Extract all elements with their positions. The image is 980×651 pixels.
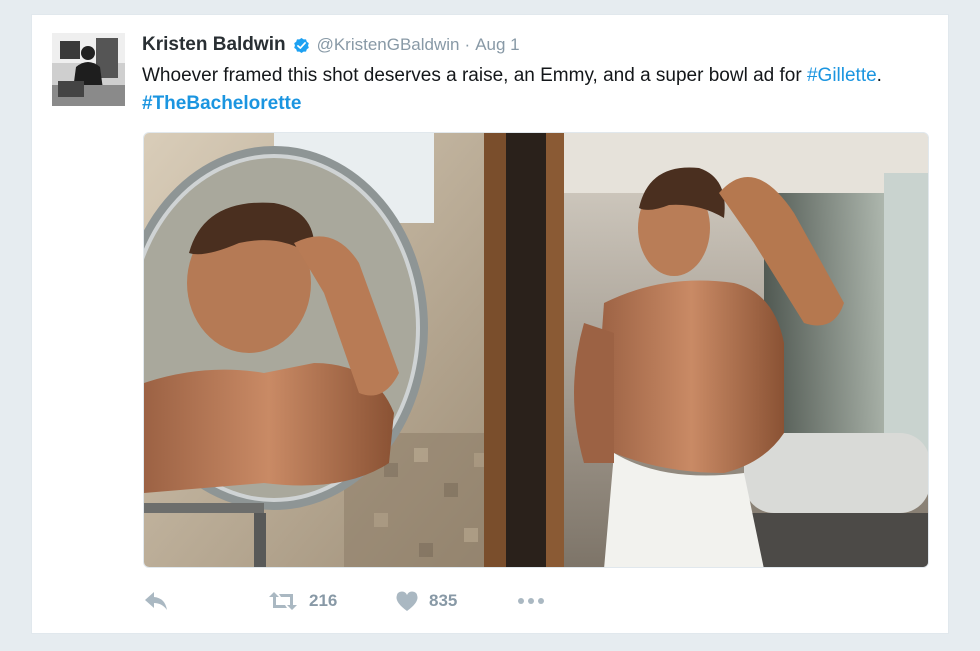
header-separator: · [464,35,471,54]
tweet-date[interactable]: Aug 1 [475,35,519,55]
more-options-button[interactable] [516,588,548,614]
like-count: 835 [429,591,458,610]
retweet-count: 216 [309,591,338,610]
hashtag-gillette[interactable]: #Gillette [807,65,877,86]
avatar-image [52,33,125,106]
verified-badge-icon [292,36,311,55]
tweet-actions: 216 835 [143,588,643,614]
author-handle[interactable]: @KristenGBaldwin [317,35,460,55]
reply-button[interactable] [143,588,169,614]
reply-icon [143,590,169,612]
tweet-header: Kristen Baldwin @KristenGBaldwin · Aug 1 [142,33,520,57]
like-button[interactable]: 835 [395,588,457,614]
tweet-card[interactable]: Kristen Baldwin @KristenGBaldwin · Aug 1… [31,14,949,634]
more-icon [516,597,548,605]
retweet-button[interactable]: 216 [267,588,337,614]
heart-icon [395,590,419,612]
tweet-media-image[interactable] [143,132,929,568]
author-name[interactable]: Kristen Baldwin [142,34,286,56]
tweet-text-separator: . [876,65,882,86]
tweet-text: Whoever framed this shot deserves a rais… [142,62,932,118]
tweet-text-body: Whoever framed this shot deserves a rais… [142,65,807,86]
hashtag-thebachelorette[interactable]: #TheBachelorette [142,93,301,114]
retweet-icon [267,590,299,612]
avatar[interactable] [52,33,125,106]
